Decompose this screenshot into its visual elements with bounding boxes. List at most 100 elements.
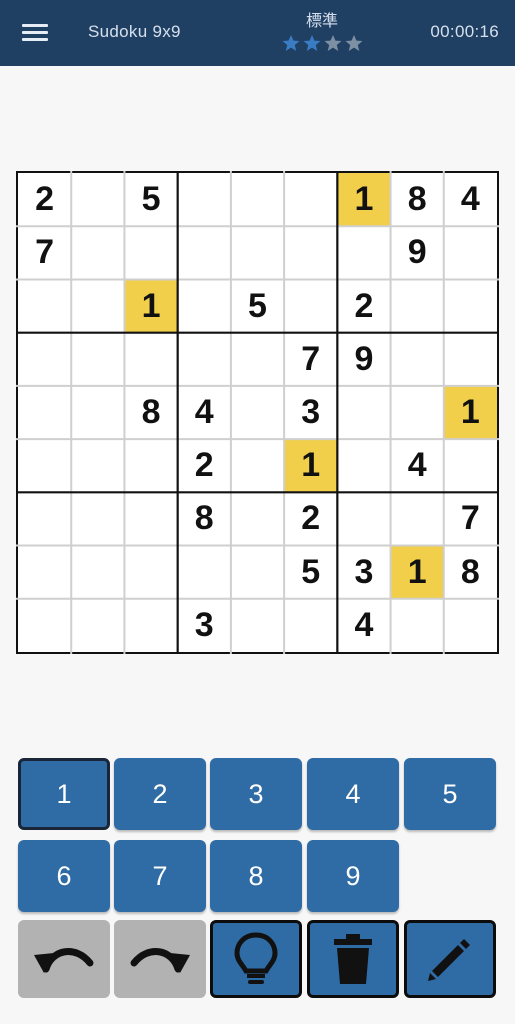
number-button-7[interactable]: 7 xyxy=(114,840,206,912)
board-cell[interactable] xyxy=(444,599,497,652)
board-cell[interactable] xyxy=(231,226,284,279)
board-cell[interactable] xyxy=(124,439,177,492)
number-button-9[interactable]: 9 xyxy=(307,840,399,912)
board-cell[interactable]: 9 xyxy=(337,333,390,386)
board-cell[interactable]: 7 xyxy=(444,492,497,545)
board-cell[interactable] xyxy=(71,492,124,545)
board-cell[interactable]: 3 xyxy=(284,386,337,439)
board-cell[interactable] xyxy=(71,546,124,599)
notes-button[interactable] xyxy=(404,920,496,998)
board-cell[interactable] xyxy=(71,279,124,332)
board-cell[interactable] xyxy=(231,439,284,492)
board-cell[interactable] xyxy=(284,173,337,226)
board-cell[interactable] xyxy=(178,279,231,332)
board-cell[interactable]: 4 xyxy=(337,599,390,652)
board-cell[interactable] xyxy=(124,333,177,386)
board-cell[interactable] xyxy=(391,386,444,439)
board-cell[interactable] xyxy=(284,226,337,279)
board-cell[interactable] xyxy=(337,439,390,492)
number-button-8[interactable]: 8 xyxy=(210,840,302,912)
board-cell[interactable] xyxy=(18,333,71,386)
board-cell[interactable] xyxy=(18,386,71,439)
board-cell[interactable] xyxy=(124,546,177,599)
board-cell[interactable]: 4 xyxy=(391,439,444,492)
board-cell[interactable] xyxy=(178,226,231,279)
number-button-1[interactable]: 1 xyxy=(18,758,110,830)
board-cell[interactable]: 1 xyxy=(124,279,178,333)
board-cell[interactable] xyxy=(71,439,124,492)
board-cell[interactable] xyxy=(231,599,284,652)
menu-icon[interactable] xyxy=(22,22,48,44)
board-cell[interactable] xyxy=(231,492,284,545)
board-cell[interactable]: 1 xyxy=(443,385,497,440)
board-cell[interactable]: 1 xyxy=(337,173,391,227)
board-cell[interactable]: 9 xyxy=(391,226,444,279)
erase-button[interactable] xyxy=(307,920,399,998)
board-cell[interactable]: 2 xyxy=(18,173,71,226)
number-button-3[interactable]: 3 xyxy=(210,758,302,830)
board-cell[interactable] xyxy=(124,492,177,545)
board-cell[interactable] xyxy=(444,333,497,386)
board-cell[interactable]: 1 xyxy=(390,545,444,599)
board-cell[interactable]: 2 xyxy=(337,279,390,332)
board-cell[interactable] xyxy=(178,546,231,599)
board-cell[interactable]: 4 xyxy=(178,386,231,439)
board-cell[interactable]: 5 xyxy=(284,546,337,599)
board-cell[interactable]: 2 xyxy=(284,492,337,545)
star-filled-icon xyxy=(302,34,321,52)
board-cell[interactable] xyxy=(178,173,231,226)
number-button-5[interactable]: 5 xyxy=(404,758,496,830)
undo-button[interactable] xyxy=(18,920,110,998)
board-cell[interactable] xyxy=(124,226,177,279)
board-cell[interactable] xyxy=(391,333,444,386)
board-cell[interactable] xyxy=(284,279,337,332)
lightbulb-icon xyxy=(234,932,278,984)
board-cell[interactable]: 8 xyxy=(444,546,497,599)
board-cell[interactable]: 8 xyxy=(391,173,444,226)
board-cell[interactable]: 7 xyxy=(284,333,337,386)
board-cell[interactable] xyxy=(18,279,71,332)
star-empty-icon xyxy=(323,34,342,52)
board-cell[interactable]: 5 xyxy=(124,173,177,226)
board-cell[interactable] xyxy=(71,386,124,439)
board-cell[interactable] xyxy=(231,173,284,226)
redo-button[interactable] xyxy=(114,920,206,998)
board-cell[interactable] xyxy=(71,226,124,279)
board-cell[interactable] xyxy=(444,279,497,332)
board-cell[interactable]: 8 xyxy=(124,386,177,439)
undo-icon xyxy=(34,948,94,973)
board-cell[interactable] xyxy=(18,439,71,492)
board-cell[interactable] xyxy=(284,599,337,652)
board-cell[interactable] xyxy=(18,492,71,545)
board-cell[interactable] xyxy=(18,546,71,599)
board-cell[interactable]: 1 xyxy=(284,439,338,493)
board-cell[interactable] xyxy=(178,333,231,386)
board-cell[interactable]: 3 xyxy=(337,546,390,599)
board-cell[interactable] xyxy=(391,492,444,545)
number-button-4[interactable]: 4 xyxy=(307,758,399,830)
board-cell[interactable] xyxy=(444,439,497,492)
board-cell[interactable] xyxy=(71,173,124,226)
hint-button[interactable] xyxy=(210,920,302,998)
board-cell[interactable] xyxy=(337,492,390,545)
board-cell[interactable]: 3 xyxy=(178,599,231,652)
board-cell[interactable] xyxy=(337,386,390,439)
board-cell[interactable]: 5 xyxy=(231,279,284,332)
board-cell[interactable] xyxy=(444,226,497,279)
board-cell[interactable]: 8 xyxy=(178,492,231,545)
board-cell[interactable] xyxy=(124,599,177,652)
board-cell[interactable] xyxy=(231,546,284,599)
number-button-6[interactable]: 6 xyxy=(18,840,110,912)
board-cell[interactable]: 7 xyxy=(18,226,71,279)
board-cell[interactable] xyxy=(18,599,71,652)
board-cell[interactable] xyxy=(391,279,444,332)
board-cell[interactable] xyxy=(337,226,390,279)
number-button-2[interactable]: 2 xyxy=(114,758,206,830)
board-cell[interactable] xyxy=(231,333,284,386)
board-cell[interactable] xyxy=(391,599,444,652)
board-cell[interactable]: 2 xyxy=(178,439,231,492)
board-cell[interactable]: 4 xyxy=(444,173,497,226)
board-cell[interactable] xyxy=(231,386,284,439)
board-cell[interactable] xyxy=(71,599,124,652)
board-cell[interactable] xyxy=(71,333,124,386)
